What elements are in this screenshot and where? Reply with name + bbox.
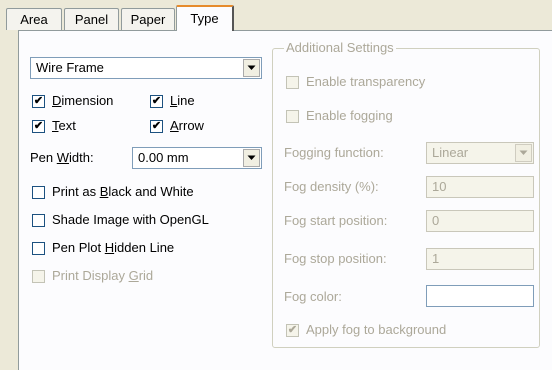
fog-start-field: 0 (426, 210, 534, 232)
arrow-label: Arrow (170, 118, 204, 133)
render-style-value: Wire Frame (36, 60, 104, 75)
check-icon: ✔ (287, 324, 298, 336)
arrow-checkbox[interactable]: ✔ (150, 120, 163, 133)
fog-color-swatch[interactable] (426, 285, 534, 307)
check-icon: ✔ (33, 95, 44, 107)
apply-fog-label: Apply fog to background (306, 322, 447, 337)
fog-function-value: Linear (432, 145, 469, 160)
fog-stop-label: Fog stop position: (284, 251, 387, 266)
tab-type[interactable]: Type (176, 5, 234, 31)
enable-transparency-checkbox (286, 76, 299, 89)
tab-area-label: Area (20, 12, 48, 27)
opengl-checkbox[interactable] (32, 214, 45, 227)
text-checkbox[interactable]: ✔ (32, 120, 45, 133)
fog-stop-field: 1 (426, 248, 534, 270)
fog-color-label: Fog color: (284, 289, 342, 304)
dimension-label: Dimension (52, 93, 114, 108)
line-checkbox[interactable]: ✔ (150, 95, 163, 108)
tab-panel[interactable]: Panel (64, 8, 119, 30)
fog-function-combo: Linear (426, 142, 534, 164)
tab-area[interactable]: Area (6, 8, 62, 30)
apply-fog-checkbox: ✔ (286, 324, 299, 337)
enable-transparency-label: Enable transparency (306, 74, 426, 89)
line-label: Line (170, 93, 195, 108)
black-white-label: Print as Black and White (52, 184, 194, 199)
hidden-line-checkbox[interactable] (32, 242, 45, 255)
pen-width-combo[interactable]: 0.00 mm (132, 147, 262, 169)
fog-start-label: Fog start position: (284, 213, 388, 228)
additional-settings-title: Additional Settings (284, 40, 396, 56)
fog-density-label: Fog density (%): (284, 179, 379, 194)
chevron-down-icon (515, 144, 532, 162)
check-icon: ✔ (151, 95, 162, 107)
tab-paper[interactable]: Paper (121, 8, 175, 30)
tab-paper-label: Paper (130, 12, 166, 27)
check-icon: ✔ (151, 120, 162, 132)
hidden-line-label: Pen Plot Hidden Line (52, 240, 175, 255)
dimension-checkbox[interactable]: ✔ (32, 95, 45, 108)
fog-function-label: Fogging function: (284, 145, 384, 160)
display-grid-checkbox (32, 270, 45, 283)
check-icon: ✔ (33, 120, 44, 132)
opengl-label: Shade Image with OpenGL (52, 212, 209, 227)
black-white-checkbox[interactable] (32, 186, 45, 199)
fog-density-field: 10 (426, 176, 534, 198)
chevron-down-icon[interactable] (243, 59, 260, 77)
display-grid-label: Print Display Grid (52, 268, 154, 283)
pen-width-value: 0.00 mm (138, 150, 189, 165)
enable-fogging-checkbox (286, 110, 299, 123)
render-style-combo[interactable]: Wire Frame (30, 57, 262, 79)
chevron-down-icon[interactable] (243, 149, 260, 167)
enable-fogging-label: Enable fogging (306, 108, 393, 123)
text-label: Text (52, 118, 76, 133)
tab-type-label: Type (190, 11, 219, 26)
tab-panel-label: Panel (74, 12, 109, 27)
pen-width-label: Pen Width: (30, 150, 94, 165)
